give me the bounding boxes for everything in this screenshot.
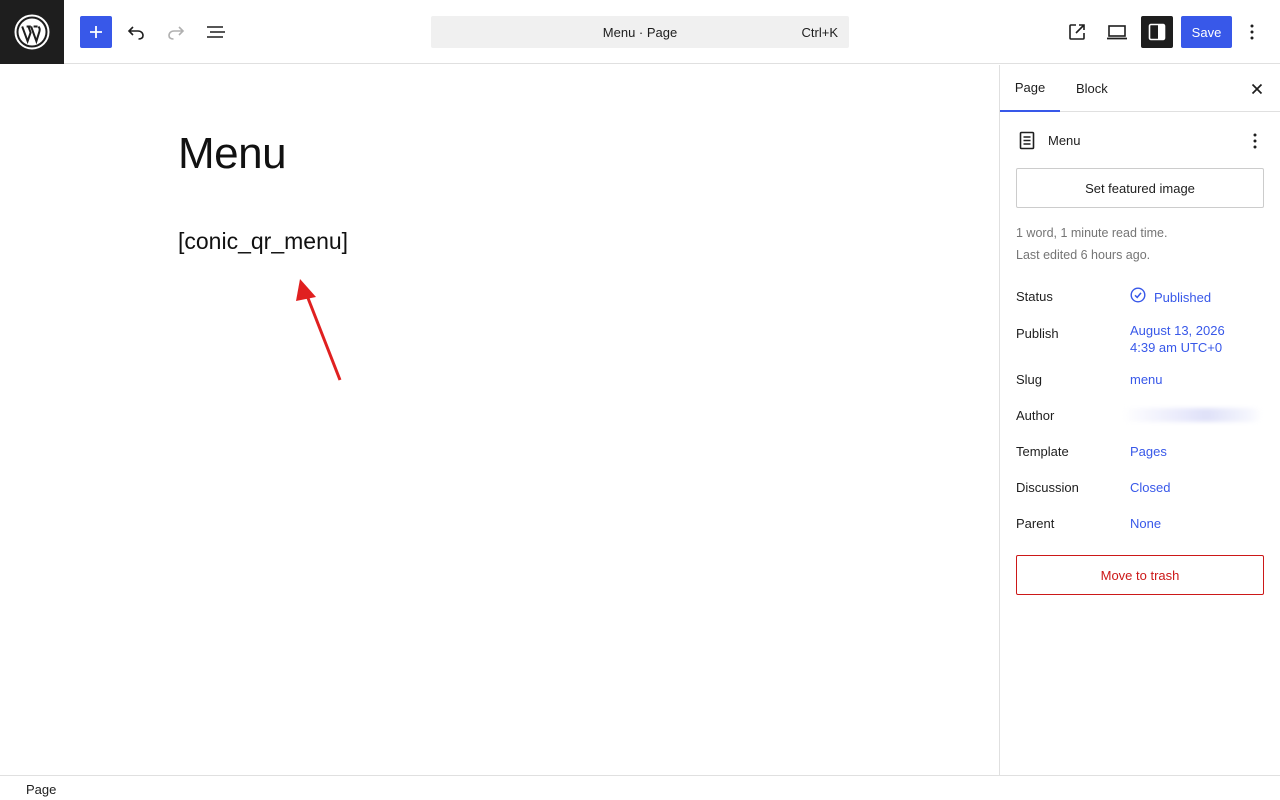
shortcode-block[interactable]: [conic_qr_menu] [178,228,348,255]
close-icon [1251,83,1263,95]
redo-button[interactable] [160,16,192,48]
publish-date[interactable]: August 13, 2026 [1130,323,1225,338]
publish-label: Publish [1016,326,1059,341]
published-check-icon [1130,287,1146,303]
discussion-label: Discussion [1016,480,1079,495]
more-vertical-icon [1250,24,1254,40]
command-palette-button[interactable]: Menu · Page Ctrl+K [431,16,849,48]
undo-icon [127,26,144,40]
template-value[interactable]: Pages [1130,444,1167,459]
status-label: Status [1016,289,1053,304]
close-sidebar-button[interactable] [1245,77,1269,101]
document-card: Menu [1017,129,1267,153]
document-actions-button[interactable] [1243,129,1267,153]
discussion-value[interactable]: Closed [1130,480,1170,495]
external-link-icon [1069,24,1085,40]
undo-button[interactable] [120,16,152,48]
view-page-button[interactable] [1061,16,1093,48]
document-title: Menu · Page [602,24,678,40]
editor-header: Menu · Page Ctrl+K Save [0,0,1280,64]
editor-footer: Page [0,775,1280,800]
breadcrumb[interactable]: Page [26,782,56,797]
sidebar-icon [1148,23,1166,41]
document-overview-button[interactable] [200,16,232,48]
keyboard-shortcut: Ctrl+K [801,25,838,40]
template-label: Template [1016,444,1069,459]
settings-toggle-button[interactable] [1141,16,1173,48]
status-value[interactable]: Published [1154,290,1211,305]
author-value-redacted[interactable] [1122,408,1262,422]
plus-icon [90,26,102,38]
move-to-trash-button[interactable]: Move to trash [1016,555,1264,595]
word-count-text: 1 word, 1 minute read time. [1016,226,1168,240]
tab-block[interactable]: Block [1076,65,1108,112]
editor-canvas: Menu [conic_qr_menu] [0,65,999,775]
set-featured-image-button[interactable]: Set featured image [1016,168,1264,208]
sidebar-tabs: Page Block [1000,65,1280,112]
page-icon [1019,131,1035,150]
last-edited-text: Last edited 6 hours ago. [1016,248,1151,262]
slug-value[interactable]: menu [1130,372,1163,387]
wordpress-logo-icon[interactable] [0,0,64,64]
options-button[interactable] [1240,16,1264,48]
annotation-arrow-icon [296,279,342,381]
publish-time[interactable]: 4:39 am UTC+0 [1130,340,1222,355]
device-preview-button[interactable] [1101,16,1133,48]
document-card-title: Menu [1048,133,1081,148]
parent-label: Parent [1016,516,1055,531]
block-inserter-button[interactable] [80,16,112,48]
author-label: Author [1016,408,1055,423]
slug-label: Slug [1016,372,1043,387]
settings-sidebar: Page Block Menu Set featured image 1 wor… [999,65,1280,775]
list-view-icon [207,26,225,38]
desktop-icon [1107,25,1127,40]
tab-page[interactable]: Page [1000,65,1060,112]
redo-icon [168,26,185,40]
save-button[interactable]: Save [1181,16,1232,48]
parent-value[interactable]: None [1130,516,1161,531]
more-vertical-icon [1253,133,1257,149]
post-title[interactable]: Menu [178,129,287,179]
